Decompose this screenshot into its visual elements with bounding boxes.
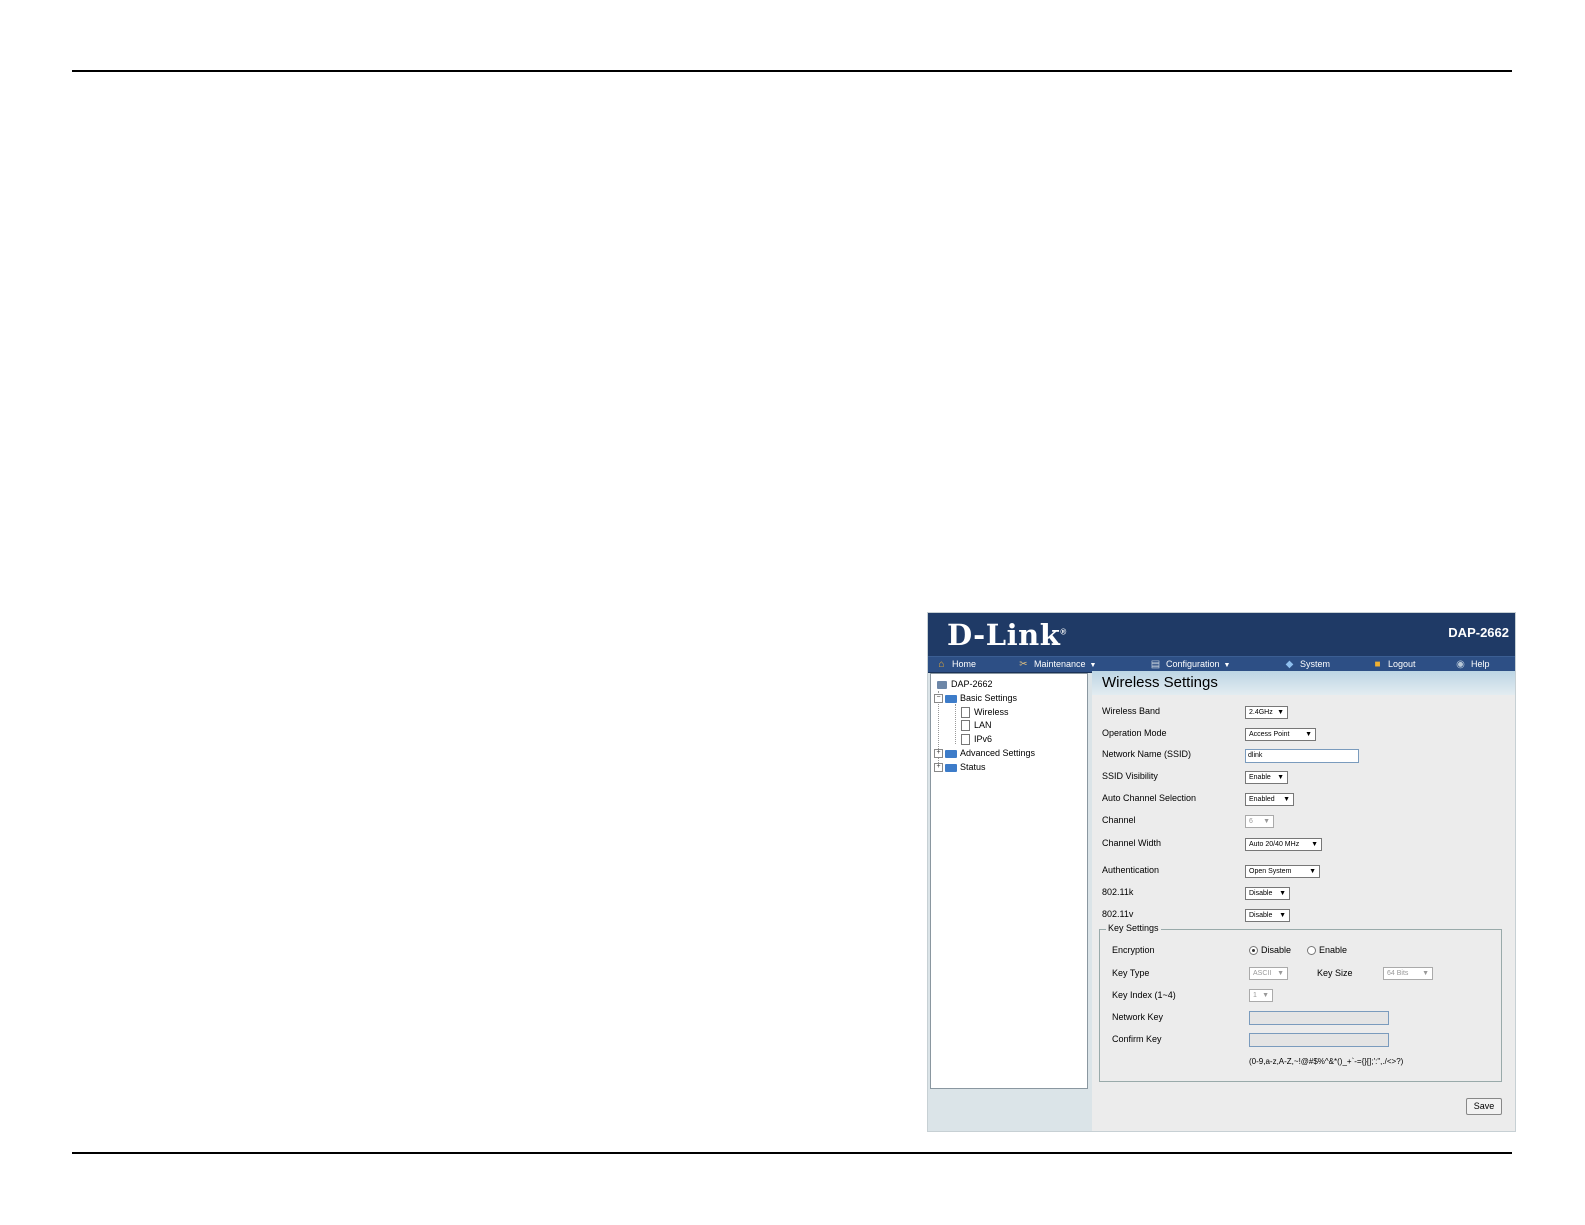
- radio-selected-icon[interactable]: [1249, 946, 1258, 956]
- tree-item-root[interactable]: DAP-2662: [937, 678, 993, 690]
- expand-icon[interactable]: +: [934, 749, 943, 759]
- chevron-down-icon: ▼: [1277, 709, 1284, 716]
- menu-maintenance[interactable]: ✂ Maintenance ▼: [1018, 657, 1096, 672]
- wireless-band-label: Wireless Band: [1102, 706, 1161, 716]
- channel-select[interactable]: 6 ▼: [1245, 815, 1274, 828]
- save-button[interactable]: Save: [1466, 1098, 1502, 1115]
- key-type-select[interactable]: ASCII ▼: [1249, 967, 1288, 980]
- home-icon: ⌂: [938, 659, 945, 670]
- tree-item-basic-settings[interactable]: − Basic Settings: [934, 692, 1017, 704]
- chevron-down-icon: ▼: [1223, 662, 1231, 669]
- dot11k-label: 802.11k: [1102, 887, 1134, 897]
- confirm-key-input[interactable]: [1249, 1033, 1389, 1047]
- logout-icon: ■: [1374, 659, 1381, 670]
- network-key-label: Network Key: [1112, 1012, 1164, 1022]
- key-settings-legend: Key Settings: [1106, 923, 1161, 933]
- model-name: DAP-2662: [1448, 625, 1509, 640]
- network-key-input[interactable]: [1249, 1011, 1389, 1025]
- radio-icon[interactable]: [1307, 946, 1316, 956]
- chevron-down-icon: ▼: [1277, 970, 1284, 977]
- collapse-icon[interactable]: −: [934, 694, 943, 704]
- key-size-select[interactable]: 64 Bits ▼: [1383, 967, 1433, 980]
- ssid-input[interactable]: dlink: [1245, 749, 1359, 763]
- wireless-band-select[interactable]: 2.4GHz ▼: [1245, 706, 1288, 719]
- chevron-down-icon: ▼: [1311, 841, 1318, 848]
- chevron-down-icon: ▼: [1283, 796, 1290, 803]
- chevron-down-icon: ▼: [1262, 992, 1269, 999]
- folder-icon: [945, 749, 957, 758]
- navigation-tree: DAP-2662 − Basic Settings Wireless LAN IP…: [930, 673, 1088, 1089]
- chevron-down-icon: ▼: [1422, 970, 1429, 977]
- tree-item-status[interactable]: + Status: [934, 761, 986, 773]
- header-banner: D-Link® DAP-2662: [928, 613, 1515, 656]
- system-icon: ◆: [1285, 659, 1294, 670]
- menu-system[interactable]: ◆ System: [1284, 657, 1330, 672]
- tree-connector: [955, 704, 956, 744]
- page-title: Wireless Settings: [1092, 671, 1515, 695]
- channel-width-select[interactable]: Auto 20/40 MHz ▼: [1245, 838, 1322, 851]
- key-size-label: Key Size: [1317, 968, 1353, 978]
- authentication-select[interactable]: Open System ▼: [1245, 865, 1320, 878]
- operation-mode-label: Operation Mode: [1102, 728, 1167, 738]
- folder-icon: [945, 763, 957, 772]
- channel-label: Channel: [1102, 815, 1136, 825]
- key-index-label: Key Index (1~4): [1112, 990, 1176, 1000]
- expand-icon[interactable]: +: [934, 763, 943, 773]
- configuration-icon: ▤: [1150, 659, 1161, 670]
- top-rule: [72, 70, 1512, 72]
- dot11v-label: 802.11v: [1102, 909, 1134, 919]
- dot11v-select[interactable]: Disable ▼: [1245, 909, 1290, 922]
- chevron-down-icon: ▼: [1279, 912, 1286, 919]
- dlink-logo: D-Link®: [947, 618, 1067, 652]
- key-type-label: Key Type: [1112, 968, 1150, 978]
- encryption-disable-option[interactable]: Disable: [1249, 945, 1291, 956]
- key-settings-fieldset: Key Settings Encryption Disable Enable K…: [1099, 923, 1502, 1082]
- chevron-down-icon: ▼: [1263, 818, 1270, 825]
- chevron-down-icon: ▼: [1279, 890, 1286, 897]
- confirm-key-label: Confirm Key: [1112, 1034, 1162, 1044]
- allowed-characters-hint: (0-9,a-z,A-Z,~!@#$%^&*()_+`-={}[];':",./…: [1249, 1057, 1404, 1066]
- page-icon: [961, 734, 970, 746]
- tree-item-wireless[interactable]: Wireless: [961, 706, 1009, 719]
- menu-help[interactable]: ◉ Help: [1455, 657, 1489, 672]
- menu-logout[interactable]: ■ Logout: [1372, 657, 1415, 672]
- content-panel: Wireless Settings Wireless Band 2.4GHz ▼ …: [1092, 671, 1515, 1131]
- encryption-label: Encryption: [1112, 945, 1155, 955]
- dlink-web-ui-screenshot: D-Link® DAP-2662 ⌂ Home ✂ Maintenance ▼ ▤ Co…: [927, 612, 1516, 1132]
- key-index-select[interactable]: 1 ▼: [1249, 989, 1273, 1002]
- ssid-visibility-label: SSID Visibility: [1102, 771, 1158, 781]
- tree-item-ipv6[interactable]: IPv6: [961, 733, 992, 746]
- authentication-label: Authentication: [1102, 865, 1160, 875]
- help-icon: ◉: [1456, 659, 1465, 670]
- channel-width-label: Channel Width: [1102, 838, 1162, 848]
- ssid-visibility-select[interactable]: Enable ▼: [1245, 771, 1288, 784]
- dot11k-select[interactable]: Disable ▼: [1245, 887, 1290, 900]
- ssid-label: Network Name (SSID): [1102, 749, 1192, 759]
- operation-mode-select[interactable]: Access Point ▼: [1245, 728, 1316, 741]
- folder-icon: [945, 694, 957, 703]
- tree-item-lan[interactable]: LAN: [961, 719, 992, 732]
- tools-icon: ✂: [1019, 659, 1028, 670]
- encryption-enable-option[interactable]: Enable: [1307, 945, 1347, 956]
- page-icon: [961, 707, 970, 719]
- chevron-down-icon: ▼: [1089, 662, 1097, 669]
- chevron-down-icon: ▼: [1305, 731, 1312, 738]
- computer-icon: [937, 680, 947, 689]
- menu-configuration[interactable]: ▤ Configuration ▼: [1150, 657, 1231, 672]
- chevron-down-icon: ▼: [1277, 774, 1284, 781]
- chevron-down-icon: ▼: [1309, 868, 1316, 875]
- menu-home[interactable]: ⌂ Home: [936, 657, 976, 672]
- bottom-rule: [72, 1152, 1512, 1154]
- page-icon: [961, 720, 970, 732]
- auto-channel-select[interactable]: Enabled ▼: [1245, 793, 1294, 806]
- tree-item-advanced-settings[interactable]: + Advanced Settings: [934, 747, 1035, 759]
- auto-channel-label: Auto Channel Selection: [1102, 793, 1197, 803]
